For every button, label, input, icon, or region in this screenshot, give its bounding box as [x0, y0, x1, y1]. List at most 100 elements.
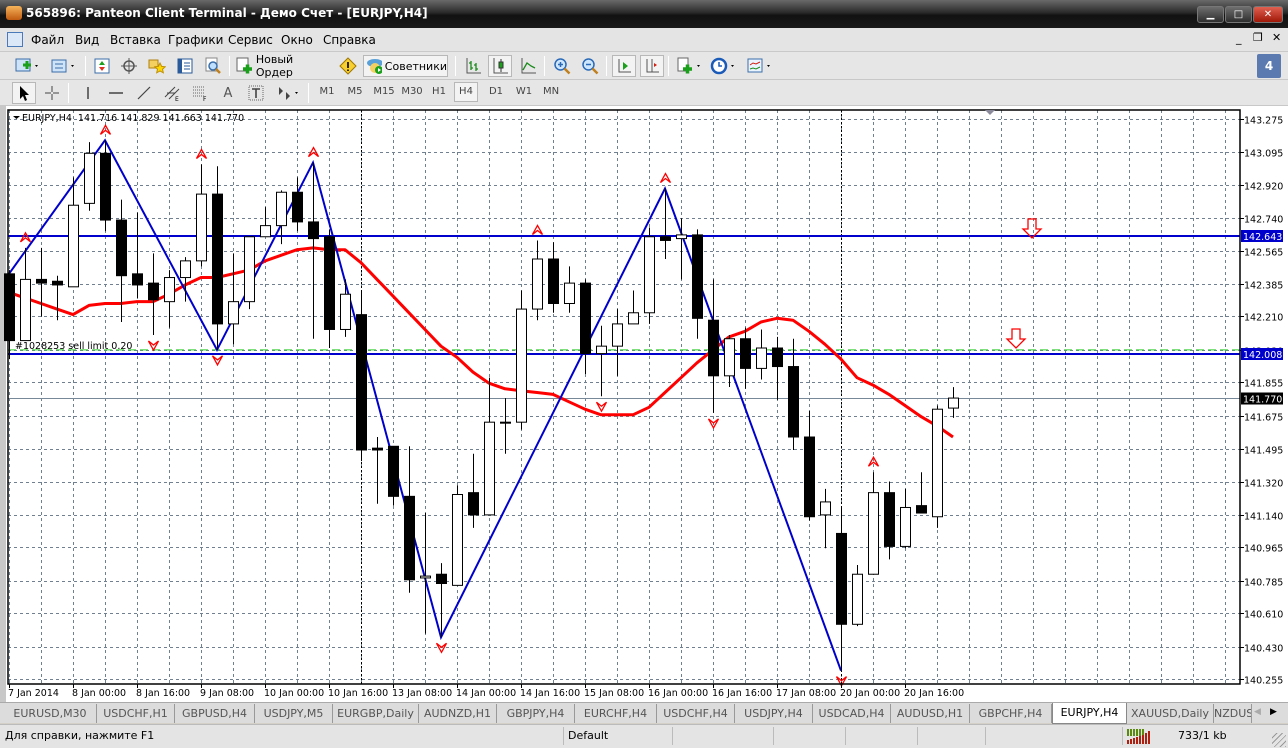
chart-tab[interactable]: EURJPY,H4 — [1052, 703, 1127, 724]
zoom-out-icon — [582, 58, 599, 75]
child-restore-button[interactable]: ❐ — [1253, 31, 1263, 44]
clock-icon — [710, 57, 734, 75]
equidistant-channel-tool[interactable]: E — [160, 82, 184, 104]
timeframe-m30[interactable]: M30 — [398, 82, 426, 102]
menu-tools[interactable]: Сервис — [228, 33, 273, 47]
chart-tab[interactable]: EURGBP,Daily — [333, 704, 419, 723]
child-minimize-button[interactable]: _ — [1236, 32, 1242, 45]
chart-tab[interactable]: GBPUSD,H4 — [175, 704, 255, 723]
toolbar-separator — [606, 56, 607, 76]
terminal-button[interactable] — [173, 55, 197, 77]
cursor-tool[interactable] — [12, 82, 36, 104]
chart-tab[interactable]: USDCHF,H1 — [97, 704, 175, 723]
close-button[interactable]: ✕ — [1253, 6, 1283, 23]
tab-scroll-left-icon[interactable]: ◀ — [1254, 707, 1261, 717]
bullish-candle-body — [452, 493, 463, 586]
bearish-candle-body — [356, 314, 367, 451]
chart-tab[interactable]: NZDUSD — [1214, 704, 1252, 723]
navigator-star-icon — [148, 59, 166, 74]
timeframe-w1[interactable]: W1 — [512, 82, 536, 102]
autotrading-warning-button[interactable] — [336, 55, 360, 77]
chart-tab[interactable]: AUDNZD,H1 — [419, 704, 497, 723]
menu-window[interactable]: Окно — [281, 33, 313, 47]
chart-tab[interactable]: XAUUSD,Daily — [1127, 704, 1214, 723]
fibonacci-tool[interactable]: F — [188, 82, 212, 104]
line-chart-button[interactable] — [516, 55, 540, 77]
minimize-button[interactable]: ▁ — [1197, 6, 1224, 23]
toolbar-separator — [229, 56, 230, 76]
market-watch-button[interactable] — [90, 55, 114, 77]
expert-advisors-button[interactable]: Советники — [363, 55, 448, 77]
price-tick-label: 141.675 — [1244, 413, 1283, 424]
fibonacci-icon: F — [193, 86, 207, 102]
chart-tab[interactable]: USDJPY,H4 — [735, 704, 813, 723]
indicators-button[interactable] — [744, 55, 776, 77]
chart-tab[interactable]: USDCAD,H4 — [813, 704, 891, 723]
vertical-line-tool[interactable] — [76, 82, 100, 104]
timeframe-h4[interactable]: H4 — [454, 82, 478, 102]
bearish-candle-body — [4, 273, 15, 342]
cursor-arrow-icon — [20, 86, 29, 101]
notifications-button[interactable]: 4 — [1257, 54, 1281, 78]
tab-scroll-right-icon[interactable]: ▶ — [1270, 707, 1277, 717]
vertical-line-icon — [87, 87, 89, 99]
chart-tab[interactable]: GBPJPY,H4 — [497, 704, 575, 723]
zoom-out-button[interactable] — [578, 55, 602, 77]
chart-shift-button[interactable] — [640, 55, 664, 77]
bearish-candle-body — [916, 505, 927, 514]
maximize-button[interactable]: □ — [1225, 6, 1252, 23]
price-chart[interactable]: 143.275 143.095 142.920 142.740 142.565 142.3… — [0, 106, 1288, 702]
zoom-in-button[interactable] — [550, 55, 574, 77]
new-chart-button[interactable] — [12, 55, 44, 77]
timeframe-d1[interactable]: D1 — [484, 82, 508, 102]
data-window-button[interactable] — [117, 55, 141, 77]
time-tick-label: 8 Jan 00:00 — [72, 688, 126, 699]
timeframe-m5[interactable]: M5 — [343, 82, 367, 102]
timeframe-m1[interactable]: M1 — [315, 82, 339, 102]
price-tick-label: 142.920 — [1244, 182, 1283, 193]
menu-insert[interactable]: Вставка — [110, 33, 161, 47]
bar-chart-button[interactable] — [461, 55, 485, 77]
bullish-candle-body — [500, 421, 511, 424]
text-label-tool[interactable] — [244, 82, 268, 104]
bullish-candle-body — [244, 236, 255, 303]
menu-charts[interactable]: Графики — [168, 33, 223, 47]
profiles-button[interactable] — [48, 55, 80, 77]
notifications-count: 4 — [1264, 59, 1274, 73]
navigator-button[interactable] — [145, 55, 169, 77]
auto-scroll-button[interactable] — [612, 55, 636, 77]
child-close-button[interactable]: ✕ — [1272, 31, 1281, 44]
timeframe-m15[interactable]: M15 — [370, 82, 398, 102]
menu-help[interactable]: Справка — [323, 33, 376, 47]
arrows-tool[interactable] — [272, 82, 304, 104]
bullish-candle-body — [180, 260, 191, 279]
menu-file[interactable]: Файл — [31, 33, 64, 47]
candle — [244, 236, 255, 310]
chart-tab[interactable]: GBPCHF,H4 — [970, 704, 1052, 723]
periods-button[interactable] — [708, 55, 740, 77]
chart-tab[interactable]: AUDUSD,H1 — [891, 704, 970, 723]
candlestick-chart-button[interactable] — [488, 55, 512, 77]
chart-tab[interactable]: EURUSD,M30 — [4, 704, 97, 723]
time-tick-label: 14 Jan 00:00 — [456, 688, 516, 699]
bullish-candle-body — [948, 397, 959, 409]
text-tool[interactable]: A — [216, 82, 240, 104]
crosshair-tool[interactable] — [40, 82, 64, 104]
crosshair-icon — [121, 58, 137, 74]
chart-tab[interactable]: EURCHF,H4 — [575, 704, 657, 723]
chart-window[interactable]: 143.275 143.095 142.920 142.740 142.565 142.3… — [0, 106, 1288, 702]
chart-tab[interactable]: USDJPY,M5 — [255, 704, 333, 723]
menu-view[interactable]: Вид — [75, 33, 99, 47]
new-order-button[interactable]: Новый Ордер — [235, 53, 333, 79]
horizontal-line-tool[interactable] — [104, 82, 128, 104]
template-icon — [677, 57, 700, 74]
templates-button[interactable] — [674, 55, 706, 77]
chart-tab[interactable]: USDCHF,H4 — [657, 704, 735, 723]
resize-grip[interactable] — [1272, 733, 1286, 747]
timeframe-mn[interactable]: MN — [539, 82, 563, 102]
bullish-candle-body — [756, 347, 767, 369]
strategy-tester-button[interactable] — [201, 55, 225, 77]
line-chart-icon — [521, 58, 536, 74]
timeframe-h1[interactable]: H1 — [427, 82, 451, 102]
trendline-tool[interactable] — [132, 82, 156, 104]
